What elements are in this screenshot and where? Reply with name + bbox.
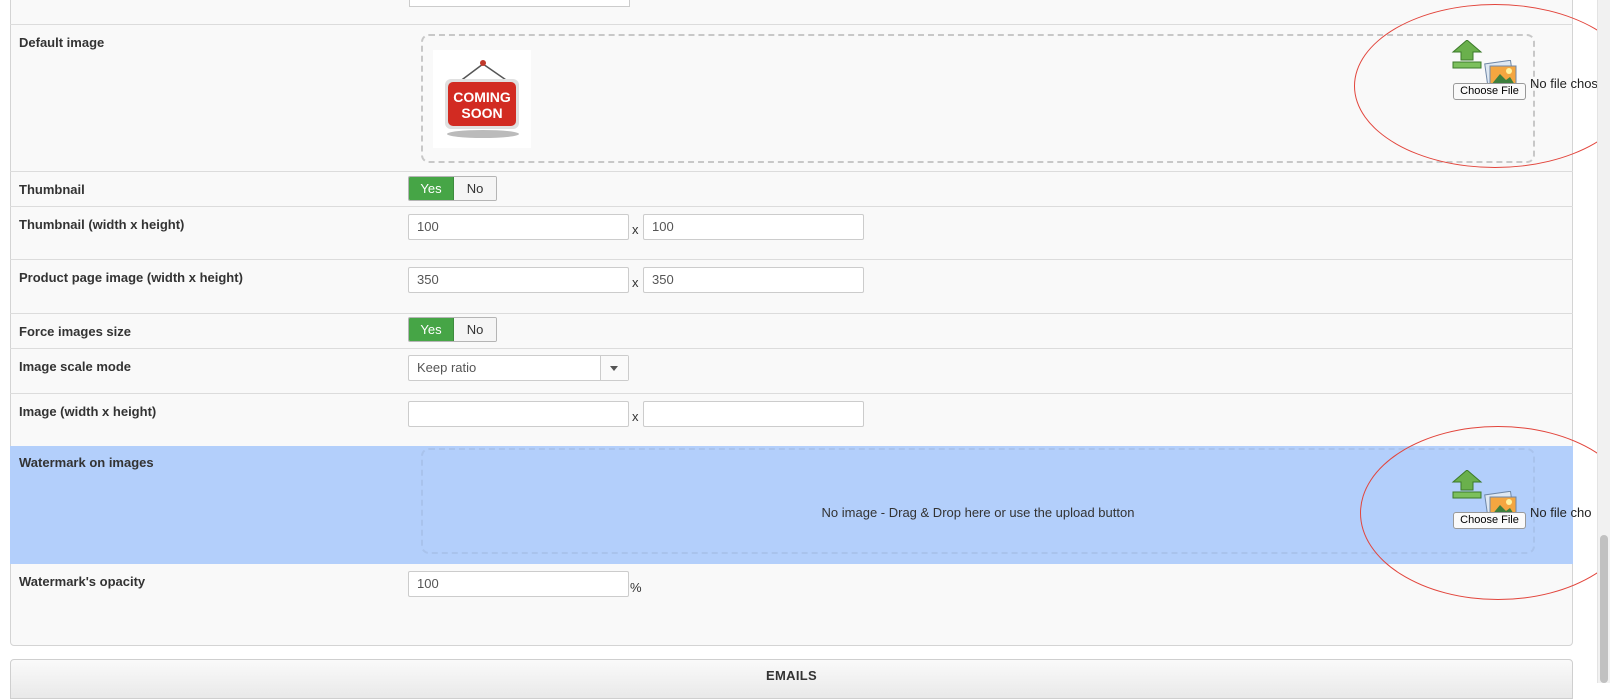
thumbnail-size-separator: x: [632, 222, 639, 237]
coming-soon-sign-icon: COMING SOON: [445, 60, 519, 138]
default-image-file-status: No file chos: [1530, 76, 1598, 91]
scale-mode-label: Image scale mode: [19, 359, 131, 374]
watermark-opacity-label: Watermark's opacity: [19, 574, 146, 589]
row-product-page-size: Product page image (width x height) 350 …: [10, 259, 1573, 313]
thumbnail-toggle: Yes No: [408, 176, 497, 201]
coming-soon-thumbnail: COMING SOON: [433, 50, 531, 148]
force-size-yes-button[interactable]: Yes: [409, 318, 454, 341]
thumbnail-size-label: Thumbnail (width x height): [19, 217, 185, 232]
default-image-label: Default image: [19, 35, 105, 50]
watermark-choose-file-button[interactable]: Choose File: [1453, 512, 1526, 529]
watermark-opacity-input[interactable]: 100: [408, 571, 629, 597]
image-height-input[interactable]: [643, 401, 864, 427]
svg-text:SOON: SOON: [461, 105, 502, 121]
row-thumbnail: Thumbnail Yes No: [10, 171, 1573, 206]
upload-icon[interactable]: [1451, 39, 1483, 70]
row-thumbnail-size: Thumbnail (width x height) 100 x 100: [10, 206, 1573, 259]
thumbnail-height-input[interactable]: 100: [643, 214, 864, 240]
opacity-unit: %: [630, 580, 642, 595]
emails-section-header[interactable]: EMAILS: [10, 659, 1573, 699]
product-page-height-input[interactable]: 350: [643, 267, 864, 293]
svg-text:COMING: COMING: [453, 89, 511, 105]
emails-section-title: EMAILS: [766, 668, 817, 683]
watermark-label: Watermark on images: [19, 455, 154, 470]
image-size-label: Image (width x height): [19, 404, 157, 419]
watermark-upload-icon[interactable]: [1451, 469, 1483, 500]
scale-mode-value: Keep ratio: [417, 360, 477, 375]
row-image-scale-mode: Image scale mode Keep ratio: [10, 348, 1573, 393]
row-force-images-size: Force images size Yes No: [10, 313, 1573, 348]
scrollbar-thumb[interactable]: [1600, 535, 1608, 683]
thumbnail-width-input[interactable]: 100: [408, 214, 629, 240]
image-size-separator: x: [632, 409, 639, 424]
watermark-empty-text: No image - Drag & Drop here or use the u…: [821, 505, 1135, 520]
watermark-dropzone[interactable]: No image - Drag & Drop here or use the u…: [421, 448, 1535, 554]
scale-mode-select[interactable]: Keep ratio: [408, 355, 629, 381]
thumbnail-no-button[interactable]: No: [454, 177, 496, 200]
force-size-toggle: Yes No: [408, 317, 497, 342]
default-image-choose-file-button[interactable]: Choose File: [1453, 83, 1526, 100]
partial-input-above[interactable]: [409, 0, 630, 7]
image-width-input[interactable]: [408, 401, 629, 427]
thumbnail-label: Thumbnail: [19, 182, 85, 197]
product-page-size-label: Product page image (width x height): [19, 270, 243, 285]
force-size-label: Force images size: [19, 324, 131, 339]
row-watermark-opacity: Watermark's opacity 100 %: [10, 564, 1573, 618]
row-default-image: Default image COMING SOON: [10, 24, 1573, 171]
default-image-dropzone[interactable]: COMING SOON: [421, 34, 1535, 163]
product-page-width-input[interactable]: 350: [408, 267, 629, 293]
force-size-no-button[interactable]: No: [454, 318, 496, 341]
row-image-size: Image (width x height) x: [10, 393, 1573, 446]
watermark-file-status: No file cho: [1530, 505, 1592, 520]
chevron-down-icon[interactable]: [600, 356, 628, 380]
product-page-size-separator: x: [632, 275, 639, 290]
thumbnail-yes-button[interactable]: Yes: [409, 177, 454, 200]
row-watermark: Watermark on images No image - Drag & Dr…: [10, 446, 1573, 564]
